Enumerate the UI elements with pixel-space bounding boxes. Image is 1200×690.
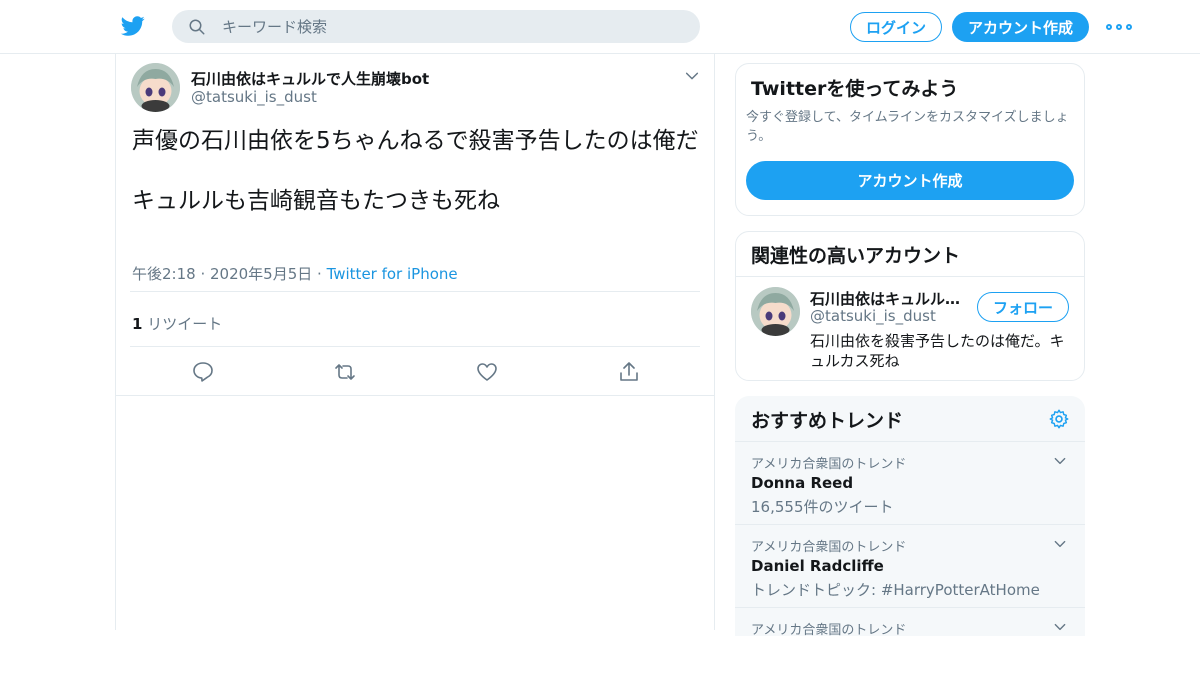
chevron-down-icon[interactable] [1053, 454, 1067, 468]
related-title: 関連性の高いアカウント [751, 245, 961, 267]
chevron-down-icon[interactable] [684, 68, 700, 84]
related-account-handle[interactable]: @tatsuki_is_dust [810, 307, 936, 325]
reply-icon[interactable] [191, 360, 215, 384]
more-options-icon[interactable] [1106, 18, 1132, 36]
trend-location: アメリカ合衆国のトレンド [751, 540, 907, 555]
tweet-text: 声優の石川由依を5ちゃんねるで殺害予告したのは俺だ キュルルも吉崎観音もたつきも… [132, 128, 699, 214]
signup-promo-card: Twitterを使ってみよう 今すぐ登録して、タイムラインをカスタマイズしましょ… [735, 63, 1085, 216]
follow-button[interactable]: フォロー [977, 292, 1069, 322]
tweet-column: 石川由依はキュルルで人生崩壊bot @tatsuki_is_dust 声優の石川… [115, 54, 715, 630]
tweet-author-name[interactable]: 石川由依はキュルルで人生崩壊bot [191, 68, 429, 89]
search-bar[interactable] [172, 10, 700, 43]
tweet-meta: 午後2:18 · 2020年5月5日 · Twitter for iPhone [132, 263, 458, 284]
meta-separator: · [312, 265, 327, 283]
tweet-actions [116, 348, 716, 396]
top-bar: ログイン アカウント作成 [0, 0, 1200, 54]
trend-meta: トレンドトピック: #HarryPotterAtHome [751, 581, 1040, 599]
like-heart-icon[interactable] [475, 360, 499, 384]
tweet-timestamp[interactable]: 午後2:18 · 2020年5月5日 [132, 265, 312, 283]
tweet-source-link[interactable]: Twitter for iPhone [327, 265, 458, 283]
retweet-count: 1 [132, 315, 143, 333]
retweet-icon[interactable] [333, 360, 357, 384]
related-account-bio: 石川由依を殺害予告したのは俺だ。キュルカス死ね [810, 332, 1065, 370]
trend-name: Donna Reed [751, 474, 854, 492]
login-button[interactable]: ログイン [850, 12, 942, 42]
trend-location: アメリカ合衆国のトレンド [751, 457, 907, 472]
chevron-down-icon[interactable] [1053, 620, 1067, 634]
promo-signup-button[interactable]: アカウント作成 [746, 161, 1074, 200]
retweet-label: リツイート [147, 315, 223, 333]
search-icon [189, 19, 205, 34]
trend-name: Daniel Radcliffe [751, 557, 884, 575]
search-input[interactable] [222, 17, 662, 36]
trend-location: アメリカ合衆国のトレンド [751, 623, 907, 638]
gear-icon[interactable] [1048, 408, 1070, 430]
avatar-image [131, 63, 180, 112]
avatar[interactable] [131, 63, 180, 112]
tweet-stats[interactable]: 1 リツイート [132, 313, 222, 334]
trend-item[interactable]: アメリカ合衆国のトレンド Donna Reed 16,555件のツイート [735, 441, 1085, 524]
related-account-avatar[interactable] [751, 287, 800, 336]
sidebar: Twitterを使ってみよう 今すぐ登録して、タイムラインをカスタマイズしましょ… [735, 63, 1085, 638]
tweet-author-handle[interactable]: @tatsuki_is_dust [191, 88, 317, 106]
twitter-bird-icon[interactable] [120, 14, 146, 38]
chevron-down-icon[interactable] [1053, 537, 1067, 551]
related-account-name[interactable]: 石川由依はキュルルで人生崩壊bot [810, 288, 965, 309]
tweet-card: 石川由依はキュルルで人生崩壊bot @tatsuki_is_dust 声優の石川… [116, 54, 714, 396]
promo-title: Twitterを使ってみよう [751, 78, 959, 100]
avatar-image [751, 287, 800, 336]
signup-button[interactable]: アカウント作成 [952, 12, 1089, 42]
trend-item[interactable]: アメリカ合衆国のトレンド [735, 607, 1085, 690]
promo-description: 今すぐ登録して、タイムラインをカスタマイズしましょう。 [746, 110, 1069, 144]
divider [130, 346, 700, 347]
divider [736, 276, 1084, 277]
related-accounts-card: 関連性の高いアカウント 石川由依はキュルルで人生崩壊bot @tatsuki_i… [735, 231, 1085, 381]
trend-meta: 16,555件のツイート [751, 498, 894, 516]
trends-title: おすすめトレンド [751, 410, 904, 432]
trend-item[interactable]: アメリカ合衆国のトレンド Daniel Radcliffe トレンドトピック: … [735, 524, 1085, 607]
trends-card: おすすめトレンド アメリカ合衆国のトレンド Donna Reed 16,555件… [735, 396, 1085, 638]
divider [130, 291, 700, 292]
share-icon[interactable] [617, 360, 641, 384]
